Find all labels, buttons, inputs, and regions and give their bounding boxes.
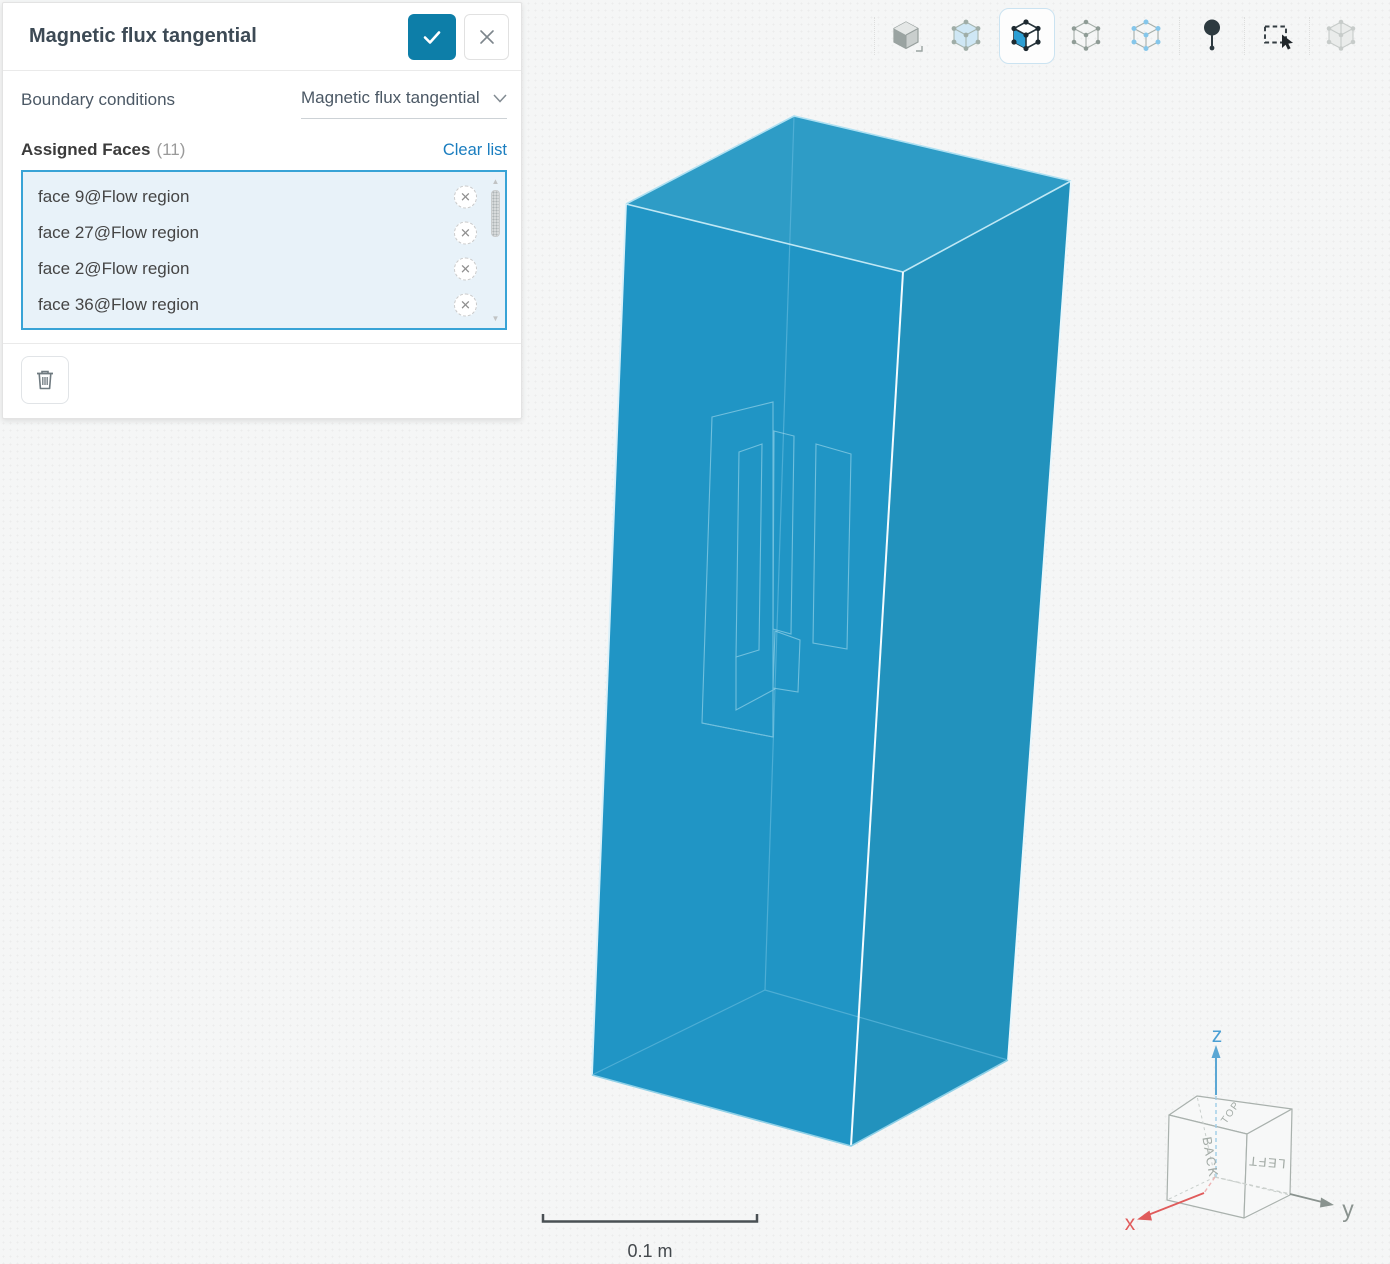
box-select-button[interactable] [1249,8,1305,64]
apply-button[interactable] [408,14,456,60]
select-edge-button[interactable] [1059,8,1115,64]
boundary-conditions-label: Boundary conditions [21,88,175,110]
box-select-icon [1256,15,1298,57]
assigned-faces-label: Assigned Faces [21,140,150,159]
scroll-up-arrow[interactable]: ▲ [489,177,502,186]
scale-bar: 0.1 m [543,1214,757,1261]
toolbar-divider [874,17,875,55]
toolbar-divider [1179,17,1180,55]
select-all-faces-button[interactable] [939,8,995,64]
face-list-item[interactable]: face 9@Flow region ✕ [23,179,505,215]
select-face-button[interactable] [999,8,1055,64]
toolbar-divider [1309,17,1310,55]
delete-button[interactable] [21,356,69,404]
close-button[interactable] [464,14,509,60]
probe-point-button[interactable] [1184,8,1240,64]
clear-list-link[interactable]: Clear list [443,141,507,160]
list-scrollbar[interactable]: ▲ ▼ [489,177,502,323]
remove-face-button[interactable]: ✕ [454,222,477,245]
select-vertex-button[interactable] [1119,8,1175,64]
check-icon [420,25,444,49]
assigned-faces-list[interactable]: face 9@Flow region ✕ face 27@Flow region… [21,170,507,330]
remove-face-button[interactable]: ✕ [454,294,477,317]
remove-face-button[interactable]: ✕ [454,186,477,209]
chevron-down-icon [493,94,507,103]
select-vertex-icon [1126,15,1168,57]
selection-toolbar [872,6,1372,66]
flow-region-geometry[interactable] [592,116,1071,1146]
select-assembly-button[interactable] [1314,8,1370,64]
scroll-down-arrow[interactable]: ▼ [489,314,502,323]
probe-point-icon [1191,15,1233,57]
trash-icon [34,368,56,392]
remove-face-button[interactable]: ✕ [454,258,477,281]
panel-body: Boundary conditions Magnetic flux tangen… [3,88,521,418]
scale-bar-label: 0.1 m [627,1241,672,1261]
axis-z-label: z [1212,1024,1223,1047]
select-volume-icon [886,15,928,57]
face-label: face 36@Flow region [38,295,199,315]
face-list-item[interactable]: face 2@Flow region ✕ [23,251,505,287]
app-screen: z x y BACK LEFT TOP [0,0,1390,1264]
panel-header: Magnetic flux tangential [3,3,521,71]
boundary-conditions-row: Boundary conditions Magnetic flux tangen… [21,88,507,119]
scroll-thumb[interactable] [491,190,500,237]
assigned-faces-count: (11) [156,140,185,159]
select-volume-button[interactable] [879,8,935,64]
panel-title: Magnetic flux tangential [29,25,408,48]
face-label: face 2@Flow region [38,259,189,279]
face-list-item[interactable]: face 27@Flow region ✕ [23,215,505,251]
geometry-left-face[interactable] [592,204,903,1146]
toolbar-divider [1244,17,1245,55]
axis-y-label: y [1342,1196,1354,1222]
close-icon [476,26,498,48]
axis-x-label: x [1125,1212,1136,1235]
panel-footer [21,344,507,418]
face-list-item[interactable]: face 36@Flow region ✕ [23,287,505,323]
orientation-cube[interactable]: z x y BACK LEFT TOP [1125,1024,1355,1235]
assigned-faces-header: Assigned Faces (11) Clear list [21,140,507,160]
boundary-condition-panel: Magnetic flux tangential Boundary condit… [2,2,522,419]
face-label: face 9@Flow region [38,187,189,207]
face-label: face 27@Flow region [38,223,199,243]
select-all-faces-icon [946,15,988,57]
select-edge-icon [1066,15,1108,57]
select-assembly-icon [1321,15,1363,57]
boundary-condition-type-dropdown[interactable]: Magnetic flux tangential [301,88,507,119]
dropdown-selected-value: Magnetic flux tangential [301,88,480,108]
select-face-icon [1006,15,1048,57]
